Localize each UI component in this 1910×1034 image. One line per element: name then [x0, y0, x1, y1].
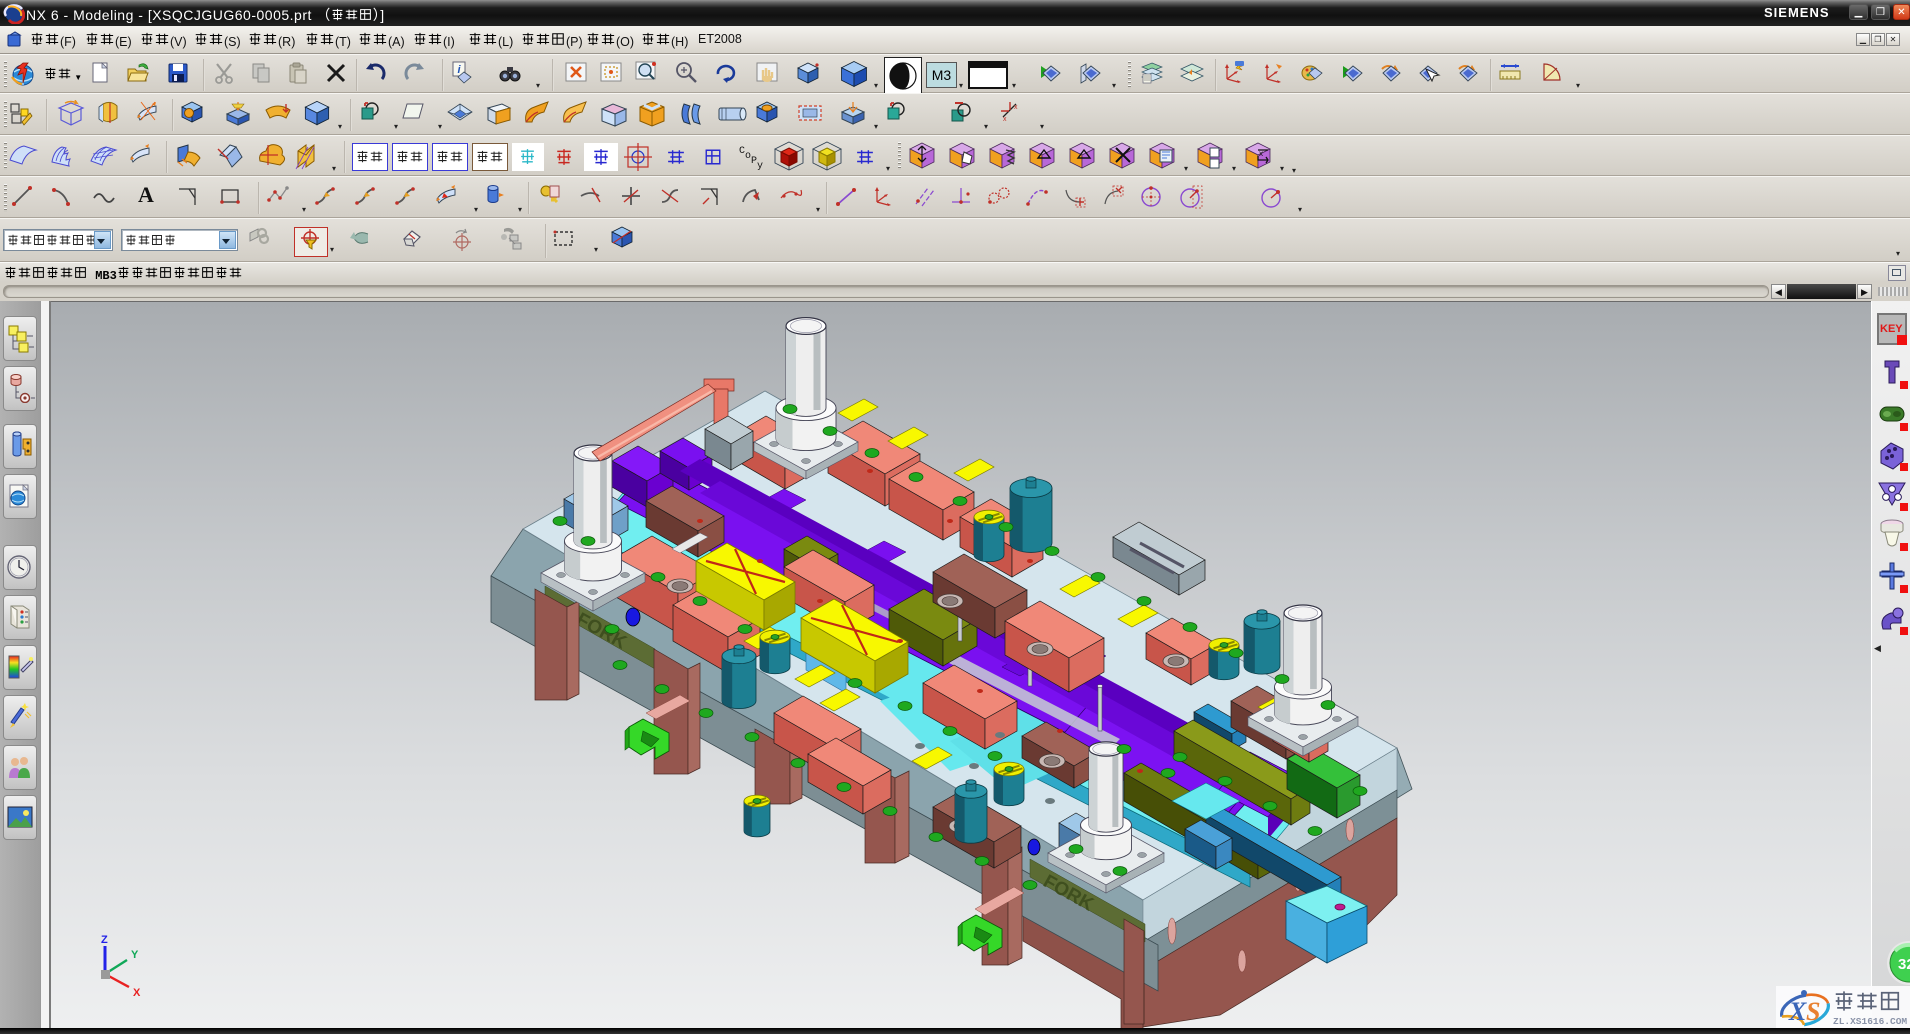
svg-text:y: y	[757, 161, 763, 172]
svg-text:A: A	[138, 182, 154, 207]
svg-text:Y: Y	[131, 949, 139, 961]
svg-text:Z: Z	[101, 934, 108, 946]
svg-text:S: S	[1806, 997, 1820, 1026]
svg-text:x: x	[1259, 149, 1263, 158]
svg-text:X: X	[1788, 997, 1807, 1026]
svg-text:32: 32	[1898, 956, 1910, 973]
svg-text:X: X	[133, 987, 141, 999]
svg-text:x: x	[1014, 104, 1018, 111]
svg-text:x: x	[1003, 116, 1007, 123]
